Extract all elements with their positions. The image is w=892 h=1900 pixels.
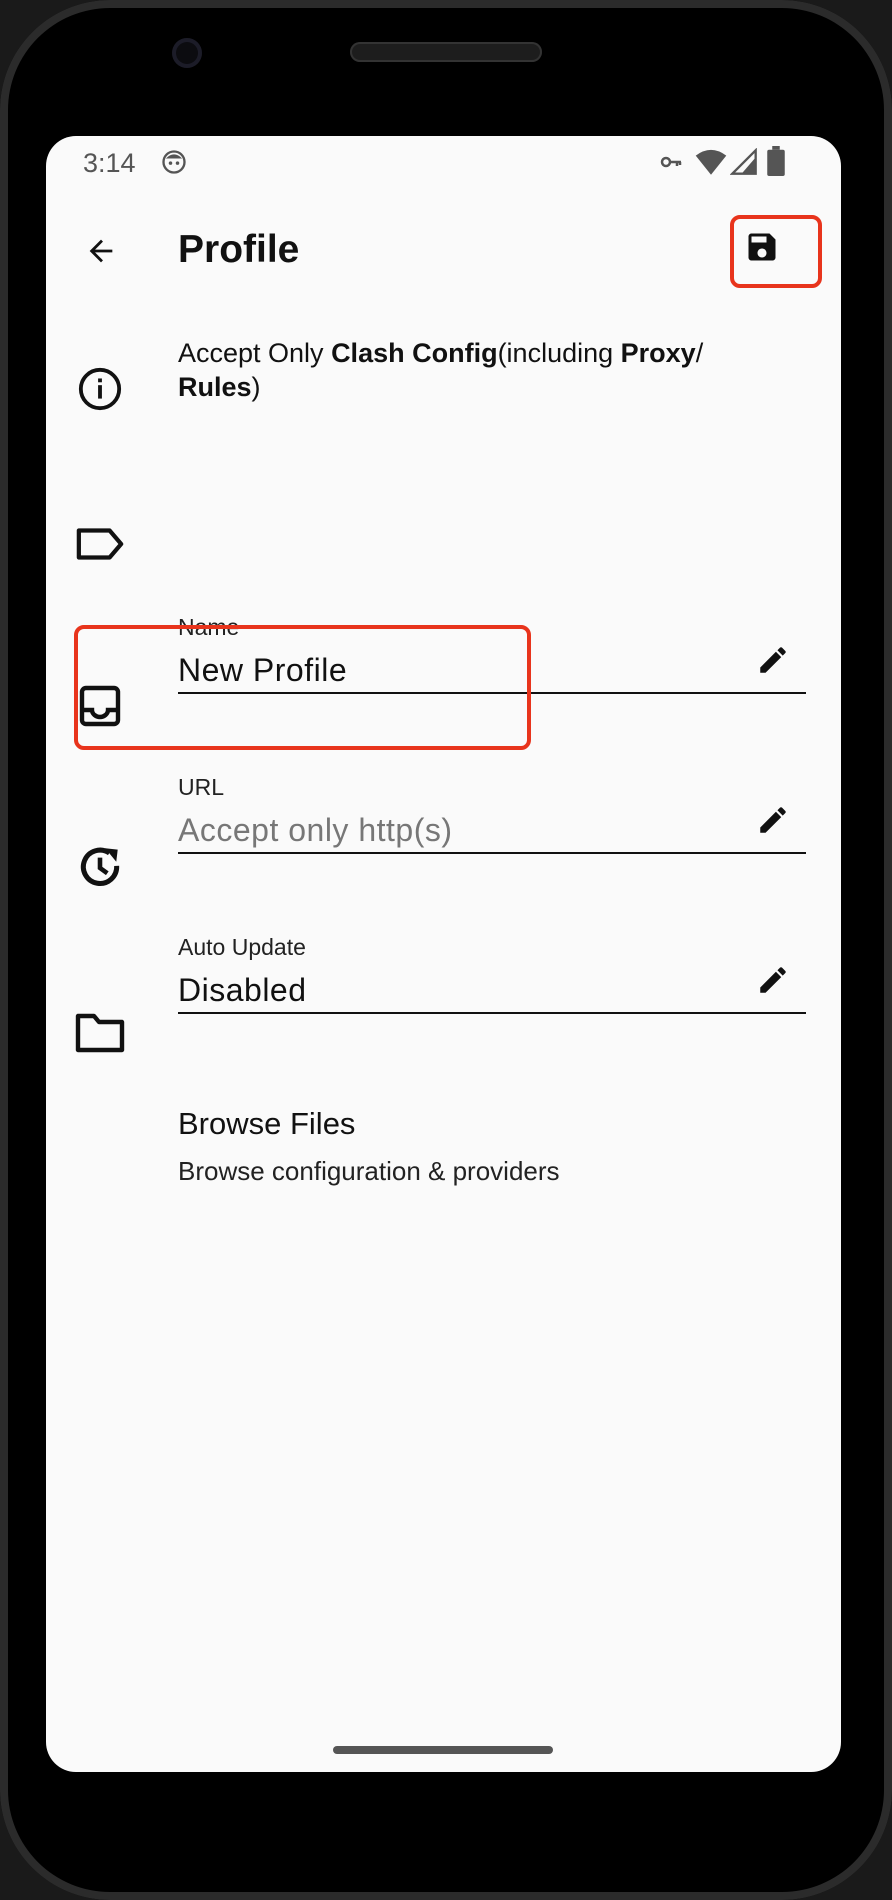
folder-icon	[74, 1006, 126, 1058]
inbox-icon	[74, 680, 126, 732]
earpiece-speaker	[350, 42, 542, 62]
auto-update-field-row[interactable]: Auto Update Disabled	[46, 786, 841, 1014]
arrow-left-icon	[89, 239, 113, 263]
notification-app-icon	[160, 148, 188, 181]
status-bar: 3:14	[46, 136, 841, 186]
screen: 3:14 Profile Accept Only Clash Config(in…	[46, 136, 841, 1772]
tip-text-part: (including	[497, 338, 621, 368]
page-title: Profile	[178, 228, 300, 271]
battery-icon	[766, 146, 786, 181]
info-circle-icon	[74, 363, 126, 415]
floppy-disk-icon	[748, 233, 776, 261]
back-button[interactable]	[76, 226, 126, 276]
tip-text-part: )	[251, 372, 261, 402]
clash-config-tip: Accept Only Clash Config(including Proxy…	[46, 336, 841, 446]
cellular-signal-icon	[729, 147, 758, 181]
url-field-row[interactable]: URL Accept only http(s)	[46, 626, 841, 854]
tip-text-bold-part: Clash Config	[331, 338, 498, 368]
home-indicator[interactable]	[333, 1746, 553, 1754]
tip-text-bold-part: Proxy	[620, 338, 696, 368]
label-tag-icon	[74, 518, 126, 570]
save-button[interactable]	[733, 218, 791, 276]
tip-text-part: Accept Only	[178, 338, 332, 368]
tip-text-bold-part: Rules	[178, 372, 252, 402]
tip-text-part: /	[695, 338, 704, 368]
vpn-key-icon	[657, 150, 685, 179]
browse-files-row[interactable]: Browse Files Browse configuration & prov…	[46, 946, 841, 1186]
update-clock-icon	[74, 842, 126, 894]
app-toolbar: Profile	[46, 196, 841, 316]
wifi-icon	[695, 148, 727, 181]
name-field-row[interactable]: Name New Profile	[46, 466, 841, 694]
browse-files-title: Browse Files	[178, 1106, 356, 1141]
status-time: 3:14	[83, 148, 136, 178]
tip-text: Accept Only Clash Config(including Proxy…	[178, 336, 801, 404]
browse-files-subtitle: Browse configuration & providers	[178, 1156, 560, 1186]
front-camera	[172, 38, 202, 68]
